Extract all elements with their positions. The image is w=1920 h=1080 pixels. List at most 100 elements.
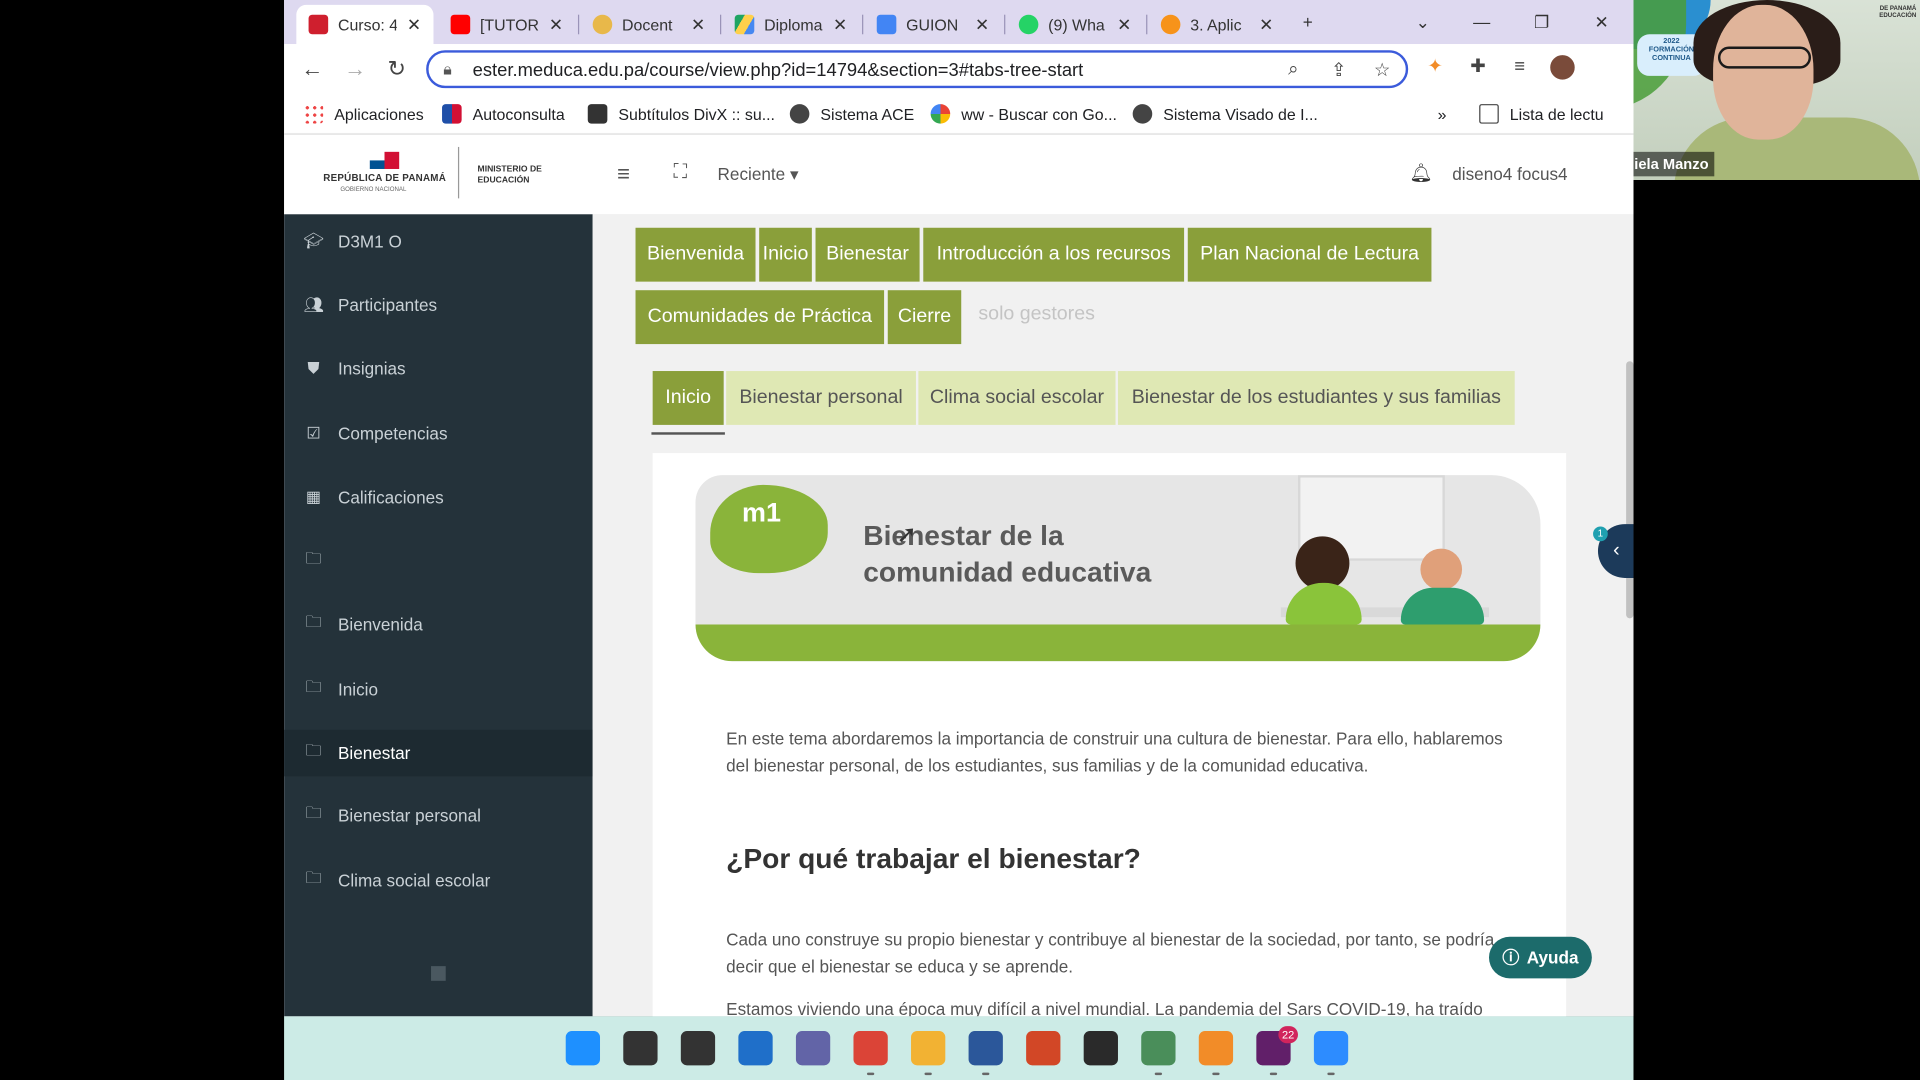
bookmark-sistema-visado[interactable]: Sistema Visado de I... [1132,102,1318,126]
sidebar-item-bienvenida[interactable]: 🗀 Bienvenida [284,601,593,648]
sidebar-item-calificaciones[interactable]: ▦ Calificaciones [284,474,593,521]
hamburger-menu-icon[interactable]: ≡ [617,162,630,188]
chrome-icon[interactable] [853,1031,888,1066]
media-queue-icon[interactable]: ≡ [1506,54,1533,81]
tab-diploma[interactable]: Diploma ✕ [722,5,859,44]
boy-illustration [1420,548,1463,591]
reading-list-icon [1479,104,1499,124]
bookmark-autoconsulta[interactable]: Autoconsulta [442,102,565,126]
sidebar-item-bienestar[interactable]: 🗀 Bienestar [284,729,593,777]
topnav-inicio[interactable]: Inicio [759,227,812,282]
tab-docente[interactable]: Docent ✕ [580,5,717,44]
user-menu[interactable]: diseno4 focus4 [1452,164,1567,184]
reading-list-button[interactable]: Lista de lectu [1479,102,1604,126]
recent-dropdown[interactable]: Reciente ▾ [718,164,799,185]
tab-whatsapp[interactable]: (9) Wha ✕ [1007,5,1144,44]
bookmark-subtitulos[interactable]: Subtítulos DivX :: su... [587,102,775,126]
topnav-bienvenida[interactable]: Bienvenida [635,227,756,282]
bell-icon[interactable]: 🔔︎ [1409,162,1432,184]
participant-face [1713,4,1814,140]
close-icon[interactable]: ✕ [1259,14,1273,35]
topnav-introduccion-recursos[interactable]: Introducción a los recursos [923,227,1185,282]
sidebar-item-inicio[interactable]: 🗀 Inicio [284,666,593,713]
docente-favicon [592,14,613,35]
windows-taskbar: 22 [284,1016,1634,1080]
close-icon[interactable]: ✕ [549,14,563,35]
sidebar-collapse-icon[interactable] [431,966,446,981]
module-banner: m1 Bienestar de la comunidad educativa [695,475,1541,662]
tab-guion[interactable]: GUION ✕ [864,5,1001,44]
running-indicator [1327,1072,1335,1076]
sidebar-item-participantes[interactable]: 👥︎ Participantes [284,282,593,329]
bookmark-star-icon[interactable]: ☆ [1374,59,1390,81]
extension-orange-icon[interactable]: ✦ [1422,54,1449,81]
windows-start-icon[interactable] [565,1031,601,1066]
topnav-bienestar[interactable]: Bienestar [815,227,920,282]
sidebar-item-clima-social[interactable]: 🗀 Clima social escolar [284,857,593,904]
bookmarks-overflow-button[interactable]: » [1438,102,1447,126]
bookmark-aplicaciones[interactable]: Aplicaciones [303,102,424,126]
running-indicator [982,1072,990,1076]
sticky-notes-icon[interactable] [1083,1031,1118,1066]
running-indicator [1154,1072,1163,1076]
file-explorer-icon[interactable] [911,1031,946,1066]
close-icon[interactable]: ✕ [407,14,421,35]
teams-chat-icon[interactable] [795,1031,831,1066]
bookmark-sistema-ace[interactable]: Sistema ACE [789,102,914,126]
topnav-cierre[interactable]: Cierre [887,290,962,345]
sidebar-item-competencias[interactable]: ☑ Competencias [284,410,593,457]
folder-icon: 🗀 [305,548,322,567]
meduca-favicon [308,14,329,35]
page-scrollbar[interactable] [1626,361,1634,619]
bookmark-buscar-google[interactable]: ww - Buscar con Go... [930,102,1117,126]
subtab-clima-social-escolar[interactable]: Clima social escolar [918,371,1116,425]
body-paragraph-cut: Estamos viviendo una época muy difícil a… [726,999,1483,1017]
search-icon[interactable] [623,1031,658,1066]
tab-curso[interactable]: Curso: 4 ✕ [296,4,434,45]
close-icon[interactable]: ✕ [975,14,989,35]
close-icon[interactable]: ✕ [1117,14,1131,35]
running-indicator [924,1072,932,1076]
autoconsulta-favicon [442,104,462,124]
restore-icon[interactable]: ❐ [1517,5,1566,39]
sidebar-item-insignias[interactable]: ⛊ Insignias [284,345,593,392]
share-icon[interactable]: ⇪ [1331,59,1346,81]
tab-search-icon[interactable]: ⌄ [1398,5,1447,39]
panama-logo[interactable]: REPÚBLICA DE PANAMÁ GOBIERNO NACIONAL [323,151,446,196]
topnav-plan-nacional-lectura[interactable]: Plan Nacional de Lectura [1187,227,1432,282]
powerpoint-icon[interactable] [1026,1031,1061,1066]
chrome-profile-icon[interactable] [1141,1031,1176,1066]
apps-grid-icon [303,104,324,124]
close-icon[interactable]: ✕ [833,14,847,35]
subtab-bienestar-estudiantes-familias[interactable]: Bienestar de los estudiantes y sus famil… [1117,371,1515,425]
tab-aplic[interactable]: 3. Aplic ✕ [1149,5,1286,44]
close-window-icon[interactable]: ✕ [1577,5,1626,39]
topnav-comunidades-practica[interactable]: Comunidades de Práctica [635,290,885,345]
help-button[interactable]: ⓘ Ayuda [1488,936,1592,979]
new-tab-button[interactable]: + [1283,5,1332,39]
forward-icon[interactable]: → [340,54,369,83]
globe-icon [789,104,810,124]
close-icon[interactable]: ✕ [691,14,705,35]
minimize-icon[interactable]: — [1457,5,1506,39]
zoom-search-icon[interactable]: ⌕ [1288,59,1298,80]
back-icon[interactable]: ← [298,54,327,83]
sidebar-item-bienestar-personal[interactable]: 🗀 Bienestar personal [284,792,593,839]
sidebar-item-general[interactable]: 🗀 [284,538,593,585]
browser-toolbar: ← → ↻ 🔒︎ ester.meduca.edu.pa/course/view… [284,44,1634,94]
widgets-icon[interactable] [738,1031,773,1066]
address-bar[interactable]: 🔒︎ ester.meduca.edu.pa/course/view.php?i… [426,50,1409,89]
tab-tutor[interactable]: [TUTOR ✕ [438,5,575,44]
sidebar-item-course[interactable]: 🎓︎ D3M1 O [284,218,593,265]
reload-icon[interactable]: ↻ [382,54,411,83]
app-orange-icon[interactable] [1198,1031,1234,1066]
fullscreen-icon[interactable]: ⛶ [673,162,687,184]
extensions-puzzle-icon[interactable]: ✚ [1465,54,1492,81]
zoom-icon[interactable] [1313,1031,1349,1066]
task-view-icon[interactable] [680,1031,716,1066]
help-circle-icon: ⓘ [1502,947,1520,968]
subtab-bienestar-personal[interactable]: Bienestar personal [726,371,916,425]
subtab-inicio[interactable]: Inicio [652,371,724,425]
profile-avatar[interactable] [1547,52,1578,83]
word-icon[interactable] [968,1031,1003,1066]
